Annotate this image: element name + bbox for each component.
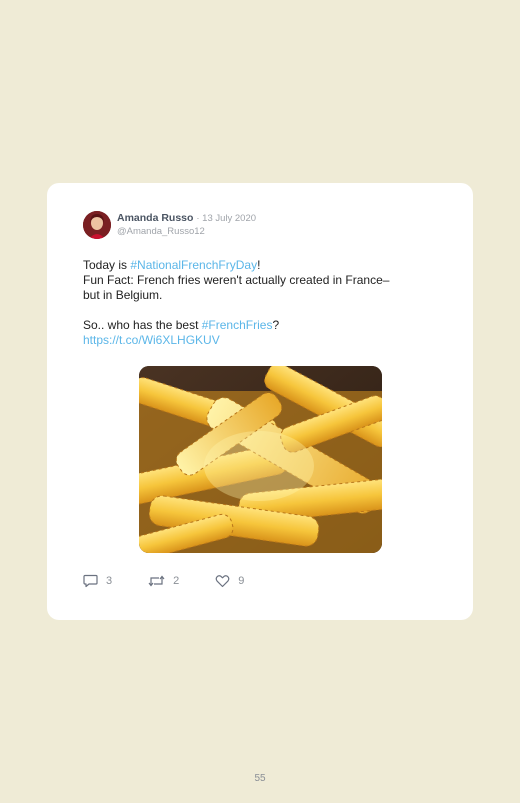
retweet-button[interactable]: 2	[148, 574, 179, 588]
avatar[interactable]	[83, 211, 111, 239]
heart-icon	[215, 575, 230, 588]
tweet-url-link[interactable]: https://t.co/Wi6XLHGKUV	[83, 333, 443, 348]
text-segment: ?	[272, 318, 280, 332]
retweet-count: 2	[173, 575, 180, 587]
tweet-line: Fun Fact: French fries weren't actually …	[83, 273, 390, 287]
author-row: Amanda Russo · 13 July 2020	[117, 212, 256, 225]
page-number: 55	[254, 773, 266, 784]
reply-button[interactable]: 3	[83, 574, 112, 588]
comment-icon	[83, 574, 98, 588]
hashtag-link[interactable]: #FrenchFries	[202, 318, 273, 332]
author-meta: Amanda Russo · 13 July 2020 @Amanda_Russ…	[117, 212, 256, 238]
tweet-header: Amanda Russo · 13 July 2020 @Amanda_Russ…	[83, 211, 256, 239]
tweet-line: Today is #NationalFrenchFryDay!	[83, 258, 443, 273]
tweet-actions: 3 2 9	[83, 574, 280, 588]
tweet-date: · 13 July 2020	[196, 213, 257, 224]
like-count: 9	[238, 575, 245, 587]
reply-count: 3	[106, 575, 113, 587]
retweet-icon	[148, 575, 165, 587]
author-handle[interactable]: @Amanda_Russo12	[117, 225, 256, 238]
text-segment: Today is	[83, 258, 131, 272]
text-segment: !	[257, 258, 261, 272]
hashtag-link[interactable]: #NationalFrenchFryDay	[130, 258, 257, 272]
tweet-line: but in Belgium.	[83, 288, 163, 302]
tweet-image[interactable]	[139, 366, 382, 553]
tweet-text: Today is #NationalFrenchFryDay! Fun Fact…	[83, 258, 443, 348]
author-name[interactable]: Amanda Russo	[117, 212, 193, 224]
like-button[interactable]: 9	[215, 574, 244, 588]
tweet-line: So.. who has the best #FrenchFries?	[83, 318, 443, 333]
tweet-card: Amanda Russo · 13 July 2020 @Amanda_Russ…	[47, 183, 473, 620]
text-segment: So.. who has the best	[83, 318, 202, 332]
